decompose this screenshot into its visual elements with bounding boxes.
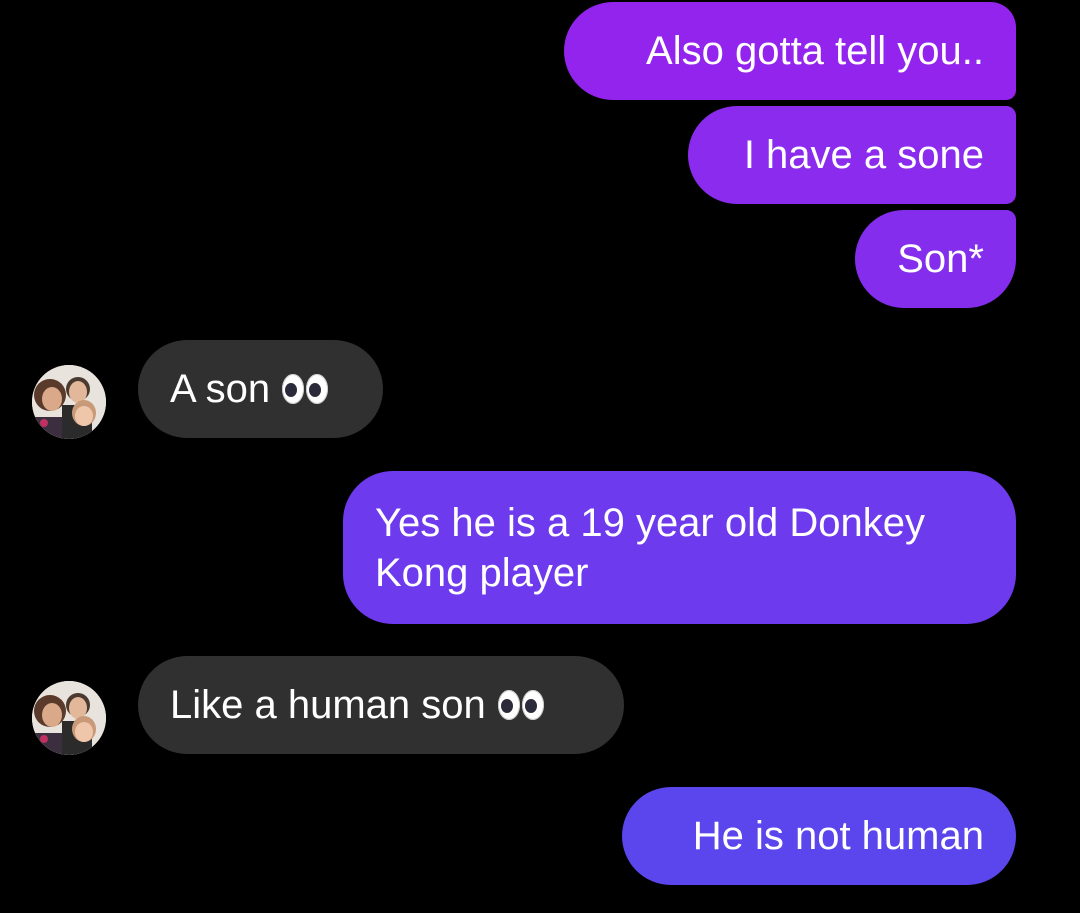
incoming-message-bubble[interactable]: A son [138,340,383,438]
message-text: Like a human son [170,683,486,727]
message-text: I have a sone [743,133,984,177]
eye-icon [497,690,520,720]
eyes-emoji-icon [497,690,544,720]
eye-icon [521,690,544,720]
outgoing-message-bubble[interactable]: Son* [855,210,1016,308]
outgoing-message-bubble[interactable]: Yes he is a 19 year old Donkey Kong play… [343,471,1016,624]
incoming-message-bubble[interactable]: Like a human son [138,656,624,754]
avatar-photo [32,365,106,439]
contact-avatar[interactable] [32,365,106,439]
eye-icon [282,374,305,404]
contact-avatar[interactable] [32,681,106,755]
outgoing-message-bubble[interactable]: Also gotta tell you.. [564,2,1016,100]
message-text: A son [170,367,271,411]
message-text: Yes he is a 19 year old Donkey Kong play… [375,500,925,595]
message-text: He is not human [692,814,984,858]
message-text: Son* [897,237,984,281]
outgoing-message-bubble[interactable]: He is not human [622,787,1016,885]
outgoing-message-bubble[interactable]: I have a sone [688,106,1016,204]
message-text: Also gotta tell you.. [646,29,984,73]
avatar-photo [32,681,106,755]
eye-icon [306,374,329,404]
eyes-emoji-icon [282,374,329,404]
